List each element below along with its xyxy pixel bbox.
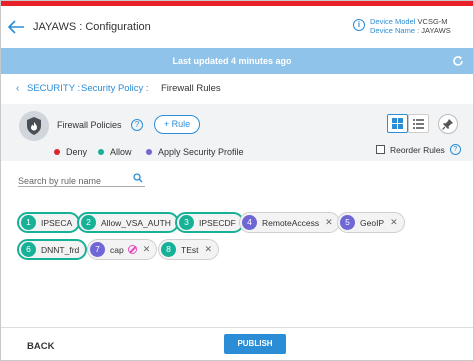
rule-name: GeoIP <box>360 217 385 228</box>
rule-number: 1 <box>21 215 36 230</box>
remove-rule-icon[interactable]: ✕ <box>143 244 151 255</box>
add-rule-button[interactable]: + Rule <box>154 115 200 134</box>
device-name-label: Device Name : <box>370 25 420 35</box>
pin-icon <box>442 119 453 130</box>
breadcrumb-current: Firewall Rules <box>161 83 221 94</box>
footer-divider <box>1 327 473 328</box>
legend-deny: Deny <box>54 147 87 157</box>
grid-view-button[interactable] <box>387 114 408 133</box>
rule-number: 7 <box>90 242 105 257</box>
rule-number: 5 <box>340 215 355 230</box>
rule-name: TEst <box>181 244 199 255</box>
rule-number: 6 <box>21 242 36 257</box>
allow-dot-icon <box>98 149 104 155</box>
remove-rule-icon[interactable]: ✕ <box>390 217 398 228</box>
policy-avatar <box>19 111 49 141</box>
rule-name: IPSECDF <box>199 217 236 228</box>
page-title: JAYAWS : Configuration <box>33 21 151 33</box>
rule-name: RemoteAccess <box>262 217 320 228</box>
legend-allow: Allow <box>98 147 132 157</box>
rule-chip[interactable]: 7 cap ✕ <box>87 239 158 260</box>
reorder-rules[interactable]: Reorder Rules ? <box>376 144 461 155</box>
breadcrumb-security[interactable]: SECURITY : <box>27 83 80 94</box>
refresh-icon[interactable] <box>452 55 464 67</box>
legend-deny-label: Deny <box>66 147 88 157</box>
header: JAYAWS : Configuration i Device Model VC… <box>1 6 473 48</box>
reorder-help-icon[interactable]: ? <box>449 144 461 155</box>
profile-dot-icon <box>146 149 152 155</box>
rule-number: 3 <box>179 215 194 230</box>
shield-flame-icon <box>27 117 41 135</box>
rule-chip[interactable]: 2 Allow_VSA_AUTH <box>77 212 179 233</box>
help-icon[interactable]: ? <box>131 119 143 131</box>
rule-number: 2 <box>81 215 96 230</box>
list-view-button[interactable] <box>408 114 429 133</box>
legend-profile-label: Apply Security Profile <box>158 147 244 157</box>
rule-chip[interactable]: 4 RemoteAccess ✕ <box>239 212 340 233</box>
policy-panel: Firewall Policies ? + Rule Deny Allow Ap… <box>1 104 473 161</box>
list-icon <box>413 119 424 129</box>
last-updated-text: Last updated 4 minutes ago <box>172 56 292 66</box>
rule-name: Allow_VSA_AUTH <box>101 217 171 228</box>
search-input[interactable] <box>18 176 128 186</box>
rule-chip[interactable]: 3 IPSECDF <box>175 212 244 233</box>
rule-chip[interactable]: 5 GeoIP ✕ <box>337 212 405 233</box>
legend-allow-label: Allow <box>110 147 132 157</box>
remove-rule-icon[interactable]: ✕ <box>204 244 212 255</box>
grid-icon <box>392 118 403 129</box>
pin-button[interactable] <box>438 114 458 134</box>
info-icon[interactable]: i <box>353 19 365 31</box>
rule-chip[interactable]: 1 IPSECA <box>17 212 81 233</box>
deny-dot-icon <box>54 149 60 155</box>
block-icon <box>127 245 137 254</box>
reorder-label: Reorder Rules <box>390 144 445 155</box>
device-info: Device Model VCSG-M Device Name : JAYAWS <box>370 17 451 35</box>
device-name-value: JAYAWS <box>421 25 451 35</box>
remove-rule-icon[interactable]: ✕ <box>325 217 333 228</box>
rule-chip[interactable]: 6 DNNT_frd <box>17 239 88 260</box>
rule-name: IPSECA <box>41 217 73 228</box>
publish-button[interactable]: PUBLISH <box>224 334 286 354</box>
update-bar: Last updated 4 minutes ago <box>1 48 473 74</box>
chevron-left-icon[interactable]: ‹ <box>16 83 19 94</box>
back-button[interactable]: BACK <box>27 341 54 352</box>
rule-name: DNNT_frd <box>41 244 80 255</box>
rule-chip[interactable]: 8 TEst ✕ <box>158 239 220 260</box>
breadcrumb-security-policy[interactable]: Security Policy : <box>81 83 149 94</box>
rule-name: cap <box>110 244 124 255</box>
reorder-checkbox[interactable] <box>376 145 385 154</box>
policies-title: Firewall Policies <box>57 120 122 130</box>
breadcrumb: ‹ SECURITY : Security Policy : Firewall … <box>1 74 473 104</box>
back-arrow-icon[interactable] <box>7 19 25 35</box>
search-icon[interactable] <box>133 173 143 183</box>
legend-profile: Apply Security Profile <box>146 147 244 157</box>
search-box <box>18 171 145 187</box>
rule-number: 4 <box>242 215 257 230</box>
rule-number: 8 <box>161 242 176 257</box>
app-window: JAYAWS : Configuration i Device Model VC… <box>0 0 474 361</box>
